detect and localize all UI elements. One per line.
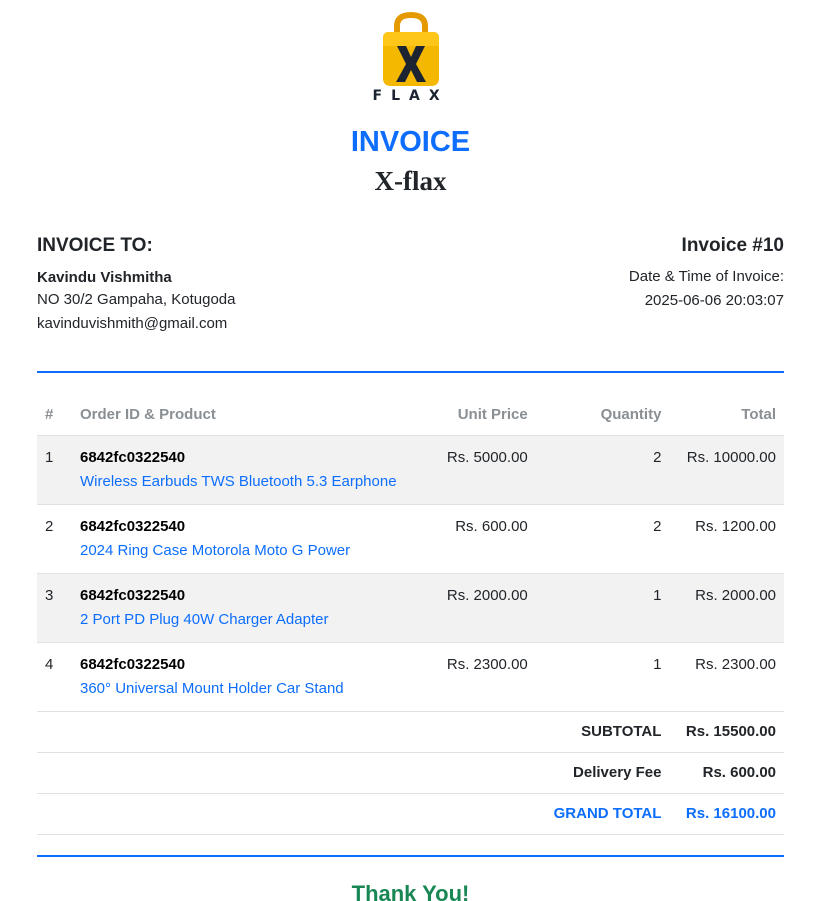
unit-price: Rs. 5000.00 xyxy=(431,435,536,505)
invoice-title: INVOICE xyxy=(350,126,471,158)
grand-total-value: Rs. 16100.00 xyxy=(669,793,784,835)
invoice-header: FLAX INVOICE X-flax xyxy=(37,0,784,197)
line-total: Rs. 10000.00 xyxy=(669,435,784,505)
quantity: 1 xyxy=(535,573,670,643)
table-row: 1 6842fc0322540 Wireless Earbuds TWS Blu… xyxy=(37,435,784,505)
line-total: Rs. 2300.00 xyxy=(669,642,784,712)
table-row: 4 6842fc0322540 360° Universal Mount Hol… xyxy=(37,642,784,712)
shopping-bag-x-icon xyxy=(382,12,439,86)
row-product-cell: 6842fc0322540 Wireless Earbuds TWS Bluet… xyxy=(72,435,432,505)
product-name: 360° Universal Mount Holder Car Stand xyxy=(80,680,344,697)
line-total: Rs. 2000.00 xyxy=(669,573,784,643)
bill-to-heading: INVOICE TO: xyxy=(37,235,153,256)
invoice-items-table: # Order ID & Product Unit Price Quantity… xyxy=(37,401,784,835)
subtotal-label: SUBTOTAL xyxy=(535,711,670,753)
row-index: 1 xyxy=(37,435,72,505)
invoice-date-label: Date & Time of Invoice: xyxy=(628,268,784,285)
row-product-cell: 6842fc0322540 2024 Ring Case Motorola Mo… xyxy=(72,504,432,574)
subtotal-row: SUBTOTAL Rs. 15500.00 xyxy=(37,711,784,753)
quantity: 2 xyxy=(535,435,670,505)
order-id: 6842fc0322540 xyxy=(80,449,186,466)
customer-email: kavinduvishmith@gmail.com xyxy=(37,315,228,332)
unit-price: Rs. 600.00 xyxy=(431,504,536,574)
bill-to-section: INVOICE TO: Kavindu Vishmitha NO 30/2 Ga… xyxy=(37,234,235,336)
invoice-number: Invoice #10 xyxy=(681,235,784,256)
row-index: 2 xyxy=(37,504,72,574)
quantity: 2 xyxy=(535,504,670,574)
col-header-quantity: Quantity xyxy=(600,406,662,423)
order-id: 6842fc0322540 xyxy=(80,587,186,604)
customer-name: Kavindu Vishmitha xyxy=(37,269,172,286)
customer-address: NO 30/2 Gampaha, Kotugoda xyxy=(37,291,236,308)
order-id: 6842fc0322540 xyxy=(80,656,186,673)
unit-price: Rs. 2300.00 xyxy=(431,642,536,712)
logo-text: FLAX xyxy=(372,88,449,104)
order-id: 6842fc0322540 xyxy=(80,518,186,535)
table-row: 3 6842fc0322540 2 Port PD Plug 40W Charg… xyxy=(37,573,784,643)
table-header-row: # Order ID & Product Unit Price Quantity… xyxy=(37,401,784,436)
col-header-total: Total xyxy=(741,406,776,423)
line-total: Rs. 1200.00 xyxy=(669,504,784,574)
row-index: 3 xyxy=(37,573,72,643)
delivery-fee-label: Delivery Fee xyxy=(535,752,670,794)
subtotal-value: Rs. 15500.00 xyxy=(669,711,784,753)
quantity: 1 xyxy=(535,642,670,712)
invoice-datetime: 2025-06-06 20:03:07 xyxy=(644,292,784,309)
invoice-info: INVOICE TO: Kavindu Vishmitha NO 30/2 Ga… xyxy=(37,234,784,336)
unit-price: Rs. 2000.00 xyxy=(431,573,536,643)
col-header-product: Order ID & Product xyxy=(80,406,216,423)
grand-total-row: GRAND TOTAL Rs. 16100.00 xyxy=(37,793,784,835)
col-header-unit-price: Unit Price xyxy=(457,406,528,423)
product-name: 2 Port PD Plug 40W Charger Adapter xyxy=(80,611,329,628)
footer-divider xyxy=(37,855,784,857)
delivery-fee-row: Delivery Fee Rs. 600.00 xyxy=(37,752,784,794)
table-row: 2 6842fc0322540 2024 Ring Case Motorola … xyxy=(37,504,784,574)
row-product-cell: 6842fc0322540 2 Port PD Plug 40W Charger… xyxy=(72,573,432,643)
brand-logo: FLAX xyxy=(369,12,453,106)
row-index: 4 xyxy=(37,642,72,712)
thank-you-message: Thank You! xyxy=(351,881,470,901)
divider xyxy=(37,371,784,373)
invoice-meta: Invoice #10 Date & Time of Invoice: 2025… xyxy=(629,234,784,336)
invoice-page: FLAX INVOICE X-flax INVOICE TO: Kavindu … xyxy=(0,0,821,901)
grand-total-label: GRAND TOTAL xyxy=(535,793,670,835)
company-name: X-flax xyxy=(374,166,447,196)
row-product-cell: 6842fc0322540 360° Universal Mount Holde… xyxy=(72,642,432,712)
product-name: Wireless Earbuds TWS Bluetooth 5.3 Earph… xyxy=(80,473,397,490)
product-name: 2024 Ring Case Motorola Moto G Power xyxy=(80,542,351,559)
delivery-fee-value: Rs. 600.00 xyxy=(669,752,784,794)
col-header-index: # xyxy=(45,406,54,423)
